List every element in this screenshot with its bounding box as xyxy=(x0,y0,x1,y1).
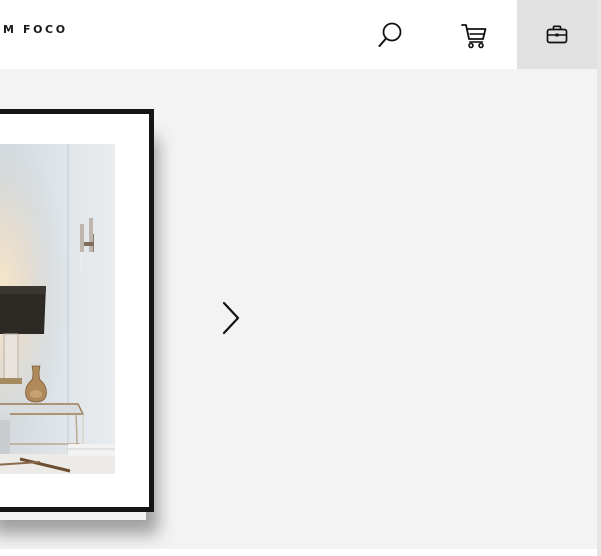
cart-button[interactable] xyxy=(441,0,507,69)
search-icon xyxy=(375,20,405,50)
site-header: M FOCO xyxy=(0,0,601,69)
brand-logo[interactable]: M FOCO xyxy=(3,23,68,36)
briefcase-button[interactable] xyxy=(517,0,597,69)
carousel-next-button[interactable] xyxy=(214,298,248,342)
search-button[interactable] xyxy=(357,0,423,69)
section-divider xyxy=(0,549,597,556)
briefcase-icon xyxy=(545,23,569,47)
chevron-right-icon xyxy=(221,301,241,340)
carousel-image[interactable] xyxy=(0,144,115,474)
page-scrollbar[interactable] xyxy=(597,0,601,556)
cart-icon xyxy=(459,20,489,50)
